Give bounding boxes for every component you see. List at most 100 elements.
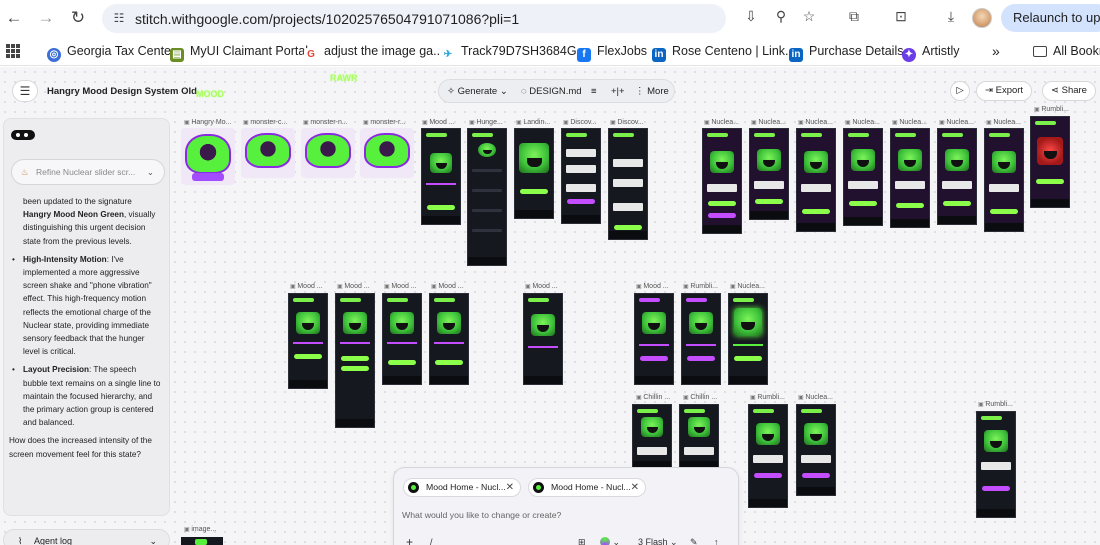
screen-label[interactable]: Nuclea... [892, 118, 934, 128]
install-app-icon[interactable]: ⇩ [742, 7, 760, 25]
screen-thumbnail[interactable] [984, 128, 1024, 232]
screen-thumbnail[interactable] [632, 404, 672, 470]
screen-label[interactable]: Mood ... [337, 282, 377, 292]
screen-thumbnail[interactable] [796, 404, 836, 496]
screen-label[interactable]: Nuclea... [845, 118, 887, 128]
screen-label[interactable]: Nuclea... [751, 118, 793, 128]
prompt-input[interactable] [402, 508, 728, 522]
screen-label[interactable]: monster-n... [303, 118, 355, 128]
project-title[interactable]: Hangry Mood Design System Old [47, 86, 197, 97]
screen-label[interactable]: Rumbli... [1034, 105, 1076, 115]
screen-label[interactable]: Chillin ... [683, 393, 723, 403]
reload-icon[interactable]: ↻ [68, 8, 88, 28]
mascot-icon-card[interactable] [301, 128, 355, 178]
extensions-icon[interactable]: ⧉ [845, 7, 863, 25]
screen-label[interactable]: Mood ... [636, 282, 676, 292]
screen-thumbnail[interactable] [429, 293, 469, 385]
screen-thumbnail[interactable] [514, 128, 554, 219]
screen-thumbnail[interactable] [382, 293, 422, 385]
bookmark-artistly[interactable]: ✦ Artistly [902, 43, 960, 62]
bookmark-georgia-tax-center[interactable]: ◎ Georgia Tax Center [47, 43, 175, 62]
close-icon[interactable]: ✕ [506, 479, 514, 496]
all-bookmarks-folder[interactable]: All Bookm [1033, 43, 1100, 59]
distribute-icon[interactable]: +|+ [611, 85, 625, 99]
screen-label[interactable]: monster-r... [363, 118, 415, 128]
forward-arrow-icon[interactable]: → [36, 8, 56, 28]
screen-thumbnail[interactable] [467, 128, 507, 266]
screen-label[interactable]: Rumbli... [978, 400, 1018, 410]
mascot-icon-card[interactable] [241, 128, 295, 178]
screen-label[interactable]: Chillin ... [636, 393, 676, 403]
send-arrow-icon[interactable]: ↑ [714, 536, 719, 545]
theme-picker[interactable]: ⌄ [600, 536, 620, 545]
more-button[interactable]: ⋮ More [635, 85, 669, 99]
bookmark-adjust-image[interactable]: Gadjust the image ga... [304, 43, 444, 62]
screen-thumbnail[interactable] [843, 128, 883, 226]
screen-thumbnail[interactable] [561, 128, 601, 224]
screen-label[interactable]: Landin... [516, 118, 556, 128]
screen-label[interactable]: Mood ... [525, 282, 565, 292]
screen-label[interactable]: image... [184, 525, 224, 535]
design-md-button[interactable]: ◌ DESIGN.md [521, 85, 582, 99]
mascot-icon-card[interactable] [181, 128, 235, 185]
tab-search-icon[interactable]: ⊡ [892, 7, 910, 25]
bookmark-rose-centeno[interactable]: in Rose Centeno | Link... [652, 43, 795, 62]
share-button[interactable]: ⋖ Share [1042, 81, 1096, 101]
slash-command-icon[interactable]: / [430, 536, 433, 545]
downloads-icon[interactable]: ⤓ [942, 7, 960, 25]
screen-thumbnail[interactable] [796, 128, 836, 232]
screen-label[interactable]: Nuclea... [704, 118, 746, 128]
screen-thumbnail[interactable] [728, 293, 768, 385]
screen-label[interactable]: Mood ... [422, 118, 462, 128]
screen-thumbnail[interactable] [681, 293, 721, 385]
screen-label[interactable]: Mood ... [384, 282, 424, 292]
profile-avatar[interactable] [972, 8, 992, 28]
attach-screen-icon[interactable]: ⊞ [578, 536, 586, 545]
screen-label[interactable]: Hunge... [469, 118, 509, 128]
screen-label[interactable]: Mood ... [431, 282, 471, 292]
back-arrow-icon[interactable]: ← [4, 8, 24, 28]
url-text[interactable]: stitch.withgoogle.com/projects/102025765… [135, 11, 519, 27]
screen-thumbnail[interactable] [1030, 116, 1070, 208]
panel-toggle[interactable] [11, 130, 35, 140]
image-thumbnail[interactable] [181, 537, 223, 545]
bookmark-flexjobs[interactable]: f FlexJobs [577, 43, 647, 62]
generate-button[interactable]: ✧ Generate ⌄ [447, 85, 508, 99]
align-icon[interactable]: ≡ [591, 85, 597, 99]
screen-thumbnail[interactable] [749, 128, 789, 220]
bookmarks-overflow-button[interactable]: » [992, 43, 1000, 59]
screen-label[interactable]: Nuclea... [798, 118, 840, 128]
screen-thumbnail[interactable] [679, 404, 719, 470]
screen-thumbnail[interactable] [890, 128, 930, 228]
apps-grid-icon[interactable] [6, 44, 20, 58]
export-button[interactable]: ⇥ Export [976, 81, 1033, 101]
site-settings-icon[interactable]: ☷ [111, 10, 127, 26]
screen-label[interactable]: Nuclea... [986, 118, 1028, 128]
screen-label[interactable]: Rumbli... [750, 393, 790, 403]
screen-label[interactable]: Nuclea... [939, 118, 981, 128]
screen-thumbnail[interactable] [937, 128, 977, 225]
context-tab[interactable]: Mood Home - Nucl... ✕ [403, 478, 521, 497]
play-preview-icon[interactable]: ▷ [950, 81, 970, 101]
screen-thumbnail[interactable] [608, 128, 648, 240]
screen-thumbnail[interactable] [634, 293, 674, 385]
screen-thumbnail[interactable] [288, 293, 328, 389]
screen-label[interactable]: Discov... [563, 118, 603, 128]
context-tab[interactable]: Mood Home - Nucl... ✕ [528, 478, 646, 497]
screen-thumbnail[interactable] [523, 293, 563, 385]
screen-thumbnail[interactable] [748, 404, 788, 508]
model-selector[interactable]: 3 Flash ⌄ [638, 536, 678, 545]
mascot-icon-card[interactable] [360, 128, 414, 178]
agent-log-button[interactable]: ⌇ Agent log ⌄ [3, 529, 170, 545]
screen-thumbnail[interactable] [976, 411, 1016, 518]
screen-thumbnail[interactable] [335, 293, 375, 428]
screen-label[interactable]: Nuclea... [730, 282, 770, 292]
screen-label[interactable]: monster-c... [243, 118, 295, 128]
screen-thumbnail[interactable] [421, 128, 461, 225]
screen-thumbnail[interactable] [702, 128, 742, 234]
bookmark-purchase-details[interactable]: in Purchase Details [789, 43, 904, 62]
bookmark-track[interactable]: ✈ Track79D7SH3684G... [441, 43, 587, 62]
screen-label[interactable]: Rumbli... [683, 282, 723, 292]
zoom-icon[interactable]: ⚲ [772, 7, 790, 25]
screen-label[interactable]: Discov... [610, 118, 650, 128]
